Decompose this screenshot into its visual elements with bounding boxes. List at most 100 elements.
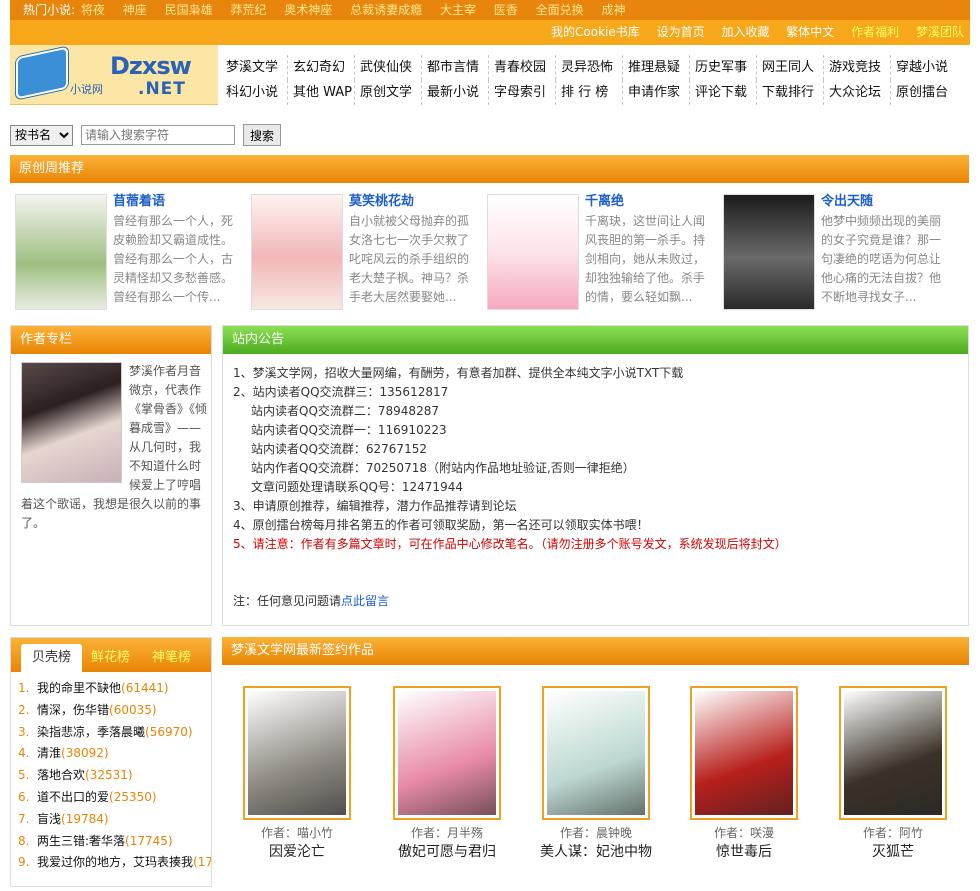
nav-item[interactable]: 其他 WAP (289, 80, 355, 105)
nav-item[interactable]: 灵异恐怖 (557, 55, 623, 80)
search-type-select[interactable]: 按书名 (10, 124, 73, 146)
rank-num: 3. (18, 724, 30, 739)
hot-link[interactable]: 奥术神座 (284, 3, 332, 17)
nav-item[interactable]: 游戏竞技 (825, 55, 891, 80)
nav-item[interactable]: 大众论坛 (825, 80, 891, 105)
rank-title[interactable]: 我的命里不缺他 (37, 681, 121, 695)
book-cover[interactable] (487, 194, 579, 310)
nav-item[interactable]: 原创擂台 (892, 80, 958, 105)
hot-link[interactable]: 大主宰 (440, 3, 476, 17)
recommend-book: 令出天随 他梦中频频出现的美丽的女子究竟是谁？那一句凄绝的呓语为何总让他心痛的无… (718, 190, 950, 312)
book-cover[interactable] (251, 194, 343, 310)
nav-item[interactable]: 青春校园 (490, 55, 556, 80)
rank-count: (19784) (61, 811, 109, 826)
search-input[interactable] (81, 125, 235, 145)
nav-item[interactable]: 穿越小说 (892, 55, 958, 80)
tab-pen-rank[interactable]: 神笔榜 (152, 644, 191, 672)
book-title[interactable]: 因爱沦亡 (222, 841, 372, 863)
set-homepage-link[interactable]: 设为首页 (657, 25, 705, 39)
book-title[interactable]: 莫笑桃花劫 (349, 190, 414, 209)
rank-item[interactable]: 5. 落地合欢(32531) (18, 765, 211, 787)
rank-item[interactable]: 6. 道不出口的爱(25350) (18, 787, 211, 809)
nav-item[interactable]: 排 行 榜 (557, 80, 623, 105)
rank-item[interactable]: 1. 我的命里不缺他(61441) (18, 678, 211, 700)
rank-title[interactable]: 盲浅 (37, 812, 61, 826)
logo-text: Dzxsw (110, 52, 192, 80)
tab-flower-rank[interactable]: 鲜花榜 (91, 644, 130, 672)
book-cover[interactable] (393, 686, 501, 820)
rank-item[interactable]: 8. 两生三错:奢华落(17745) (18, 831, 211, 853)
nav-item[interactable]: 历史军事 (691, 55, 757, 80)
hot-link[interactable]: 成神 (601, 3, 625, 17)
book-cover[interactable] (15, 194, 107, 310)
site-logo[interactable]: Dzxsw .NET 小说网 (10, 45, 218, 105)
book-cover[interactable] (723, 194, 815, 310)
book-title[interactable]: 傲妃可愿与君归 (372, 841, 522, 863)
feedback-link[interactable]: 点此留言 (341, 594, 389, 608)
rank-list: 1. 我的命里不缺他(61441) 2. 情深，伤华错(60035) 3. 染指悲凉，… (18, 678, 211, 874)
hot-link[interactable]: 将夜 (81, 3, 105, 17)
rank-title[interactable]: 两生三错:奢华落 (37, 834, 125, 848)
team-link[interactable]: 梦溪团队 (916, 25, 964, 39)
nav-item[interactable]: 都市言情 (423, 55, 489, 80)
rank-item[interactable]: 3. 染指悲凉，季落晨曦(56970) (18, 722, 211, 744)
nav-item[interactable]: 武侠仙侠 (356, 55, 422, 80)
book-title[interactable]: 苜蓿着语 (113, 190, 165, 209)
notice-item: 1、梦溪文学网，招收大量网编，有酬劳，有意者加群、提供全本纯文字小说TXT下载 (233, 366, 684, 380)
hot-link[interactable]: 莽荒纪 (230, 3, 266, 17)
rank-item[interactable]: 9. 我爱过你的地方，艾玛表揍我(17 (18, 852, 211, 874)
rank-title[interactable]: 我爱过你的地方，艾玛表揍我 (37, 855, 193, 869)
book-title[interactable]: 千离绝 (585, 190, 624, 209)
hot-label: 热门小说: (23, 3, 76, 17)
nav-item[interactable]: 原创文学 (356, 80, 422, 105)
rank-title[interactable]: 道不出口的爱 (37, 790, 109, 804)
rank-item[interactable]: 7. 盲浅(19784) (18, 809, 211, 831)
hot-link[interactable]: 全面兑换 (536, 3, 584, 17)
book-cover[interactable] (542, 686, 650, 820)
search-button[interactable]: 搜索 (243, 124, 281, 146)
cover-art (844, 691, 942, 815)
rank-count: (38092) (61, 746, 109, 761)
add-favorite-link[interactable]: 加入收藏 (721, 25, 769, 39)
author-benefits-link[interactable]: 作者福利 (851, 25, 899, 39)
nav-item[interactable]: 科幻小说 (222, 80, 288, 105)
rank-title[interactable]: 情深，伤华错 (37, 703, 109, 717)
rank-title[interactable]: 染指悲凉，季落晨曦 (37, 725, 145, 739)
cover-art (547, 691, 645, 815)
nav-item[interactable]: 推理悬疑 (624, 55, 690, 80)
book-cover[interactable] (690, 686, 798, 820)
notice-item-warning: 5、请注意：作者有多篇文章时，可在作品中心修改笔名。（请勿注册多个账号发文，系统… (233, 537, 787, 551)
rank-num: 6. (18, 789, 30, 804)
hot-link[interactable]: 医香 (494, 3, 518, 17)
nav-item[interactable]: 字母索引 (490, 80, 556, 105)
hot-link[interactable]: 总裁诱妻成瘾 (350, 3, 422, 17)
hot-link[interactable]: 民国枭雄 (165, 3, 213, 17)
nav-item[interactable]: 下载排行 (758, 80, 824, 105)
book-desc: 曾经有那么一个人，死皮赖脸却又霸道成性。曾经有那么一个人，古灵精怪却又多愁善感。… (113, 214, 234, 304)
rank-title[interactable]: 清淮 (37, 746, 61, 760)
nav-row: 科幻小说 其他 WAP 原创文学 最新小说 字母索引 排 行 榜 申请作家 评论… (222, 80, 972, 105)
hot-link[interactable]: 神座 (123, 3, 147, 17)
my-bookshelf-link[interactable]: 我的Cookie书库 (551, 25, 640, 39)
tab-shell-rank[interactable]: 贝壳榜 (21, 644, 82, 672)
book-title[interactable]: 美人谋：妃池中物 (521, 841, 671, 863)
book-author: 作者：阿竹 (862, 826, 923, 840)
nav-item[interactable]: 评论下载 (691, 80, 757, 105)
rank-item[interactable]: 2. 情深，伤华错(60035) (18, 700, 211, 722)
book-title[interactable]: 灭狐芒 (818, 841, 968, 863)
book-cover[interactable] (243, 686, 351, 820)
nav-item[interactable]: 申请作家 (624, 80, 690, 105)
nav-item[interactable]: 网王同人 (758, 55, 824, 80)
nav-item[interactable]: 梦溪文学 (222, 55, 288, 80)
traditional-chinese-link[interactable]: 繁体中文 (786, 25, 834, 39)
rank-item[interactable]: 4. 清淮(38092) (18, 743, 211, 765)
book-title[interactable]: 惊世毒后 (669, 841, 819, 863)
rank-title[interactable]: 落地合欢 (37, 768, 85, 782)
nav-item[interactable]: 最新小说 (423, 80, 489, 105)
book-cover[interactable] (839, 686, 947, 820)
book-title[interactable]: 令出天随 (821, 190, 873, 209)
book-author: 作者：喵小竹 (260, 826, 333, 840)
book-desc: 千离玦，这世间让人闻风丧胆的第一杀手。持剑相向，她从未败过，却独独输给了他。杀手… (585, 214, 706, 304)
nav-item[interactable]: 玄幻奇幻 (289, 55, 355, 80)
logo-net: .NET (138, 79, 186, 99)
